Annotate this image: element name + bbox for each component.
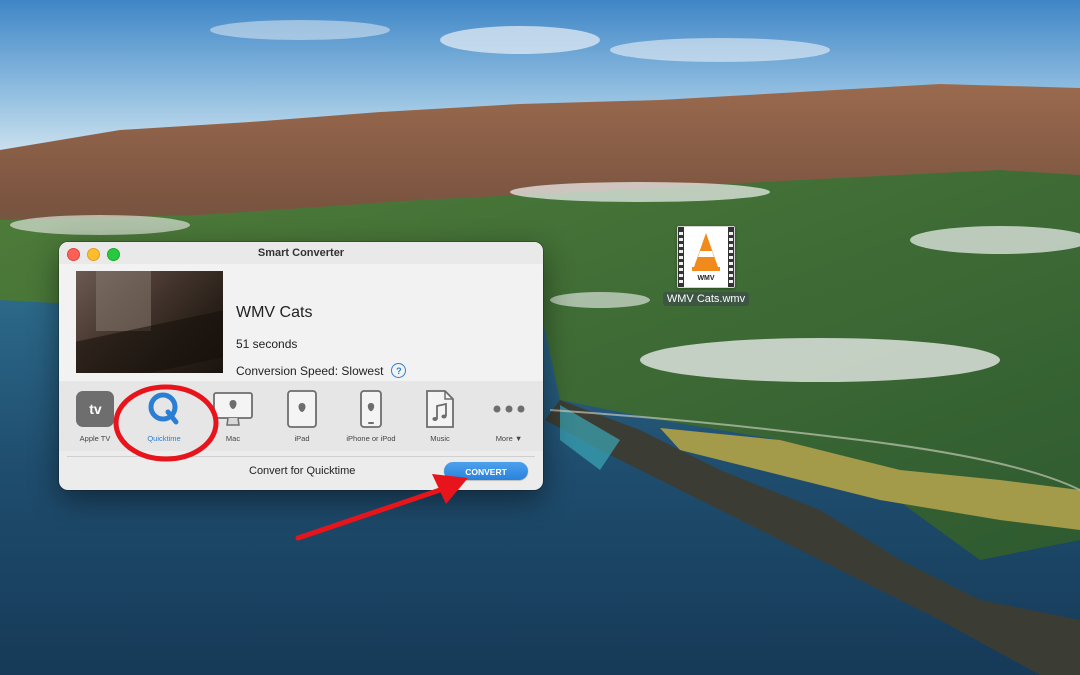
video-title: WMV Cats bbox=[236, 304, 313, 321]
more-dots-icon bbox=[489, 389, 529, 429]
appletv-icon: tv bbox=[76, 389, 114, 429]
preset-quicktime[interactable]: Quicktime bbox=[134, 389, 194, 443]
preset-apple-tv[interactable]: tv Apple TV bbox=[65, 389, 125, 443]
quicktime-icon bbox=[145, 389, 183, 429]
preset-mac[interactable]: Mac bbox=[203, 389, 263, 443]
monitor-icon bbox=[212, 389, 254, 429]
preset-label: Music bbox=[430, 434, 450, 443]
preset-label: More ▼ bbox=[495, 434, 523, 443]
smart-converter-window: Smart Converter WMV Cats 51 seconds Conv… bbox=[59, 242, 543, 490]
preset-ipad[interactable]: iPad bbox=[272, 389, 332, 443]
tablet-icon bbox=[285, 389, 319, 429]
preset-label: Quicktime bbox=[147, 434, 181, 443]
desktop-file-name: WMV Cats.wmv bbox=[662, 292, 750, 306]
convert-button[interactable]: CONVERT bbox=[444, 462, 528, 480]
phone-icon bbox=[357, 389, 385, 429]
video-file-icon: WMV bbox=[677, 226, 735, 288]
desktop-file-wmv[interactable]: WMV WMV Cats.wmv bbox=[660, 226, 752, 306]
video-info-panel: WMV Cats 51 seconds Conversion Speed: Sl… bbox=[59, 264, 543, 381]
zoom-button[interactable] bbox=[107, 248, 120, 261]
preset-label: iPad bbox=[294, 434, 310, 443]
close-button[interactable] bbox=[67, 248, 80, 261]
preset-label: iPhone or iPod bbox=[346, 434, 396, 443]
video-duration: 51 seconds bbox=[236, 337, 298, 351]
convert-target-label: Convert for Quicktime bbox=[249, 465, 356, 477]
window-controls bbox=[67, 248, 120, 261]
divider bbox=[67, 456, 535, 457]
preset-label: Apple TV bbox=[79, 434, 111, 443]
window-title: Smart Converter bbox=[257, 247, 345, 259]
preset-label: Mac bbox=[225, 434, 241, 443]
conversion-speed-label: Conversion Speed: Slowest bbox=[236, 363, 384, 378]
music-file-icon bbox=[423, 389, 457, 429]
title-bar[interactable]: Smart Converter bbox=[59, 242, 543, 264]
preset-more[interactable]: More ▼ bbox=[479, 389, 539, 443]
preset-music[interactable]: Music bbox=[410, 389, 470, 443]
minimize-button[interactable] bbox=[87, 248, 100, 261]
conversion-speed: Conversion Speed: Slowest ? bbox=[236, 363, 407, 378]
help-icon[interactable]: ? bbox=[391, 363, 407, 378]
preset-iphone-ipod[interactable]: iPhone or iPod bbox=[341, 389, 401, 443]
file-type-badge: WMV bbox=[697, 275, 714, 282]
device-preset-bar: tv Apple TV Quicktime Mac iPad iPhone or… bbox=[59, 381, 543, 451]
video-preview[interactable] bbox=[76, 271, 223, 373]
